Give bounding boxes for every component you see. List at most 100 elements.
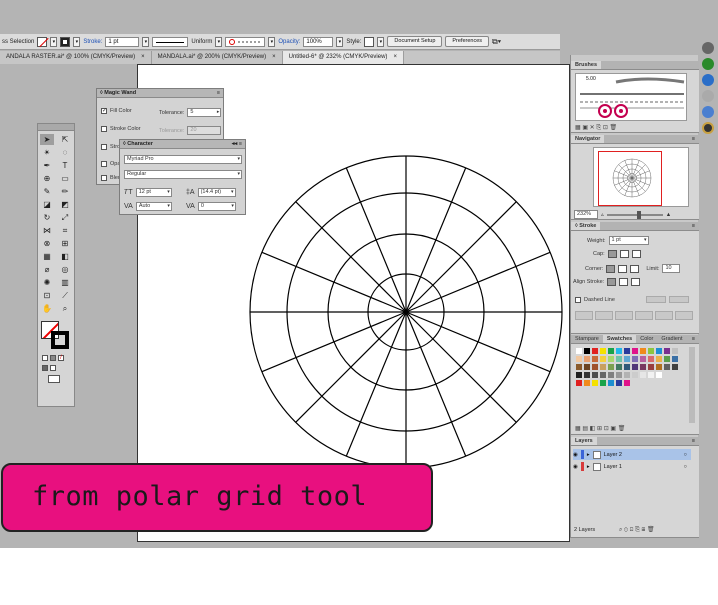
color-swatch[interactable]	[591, 363, 599, 371]
stroke-swatch[interactable]	[60, 36, 71, 47]
close-icon[interactable]: ×	[272, 54, 276, 60]
chevron-down-icon[interactable]: ▾	[215, 36, 223, 47]
none-mode-icon[interactable]: /	[58, 355, 64, 361]
color-swatch[interactable]	[655, 355, 663, 363]
blend-tool-icon[interactable]: ◎	[58, 264, 72, 275]
fill-stroke-widget[interactable]	[41, 321, 71, 351]
color-swatch[interactable]	[599, 363, 607, 371]
arrange-documents-icon[interactable]: ⧉▾	[492, 37, 501, 47]
fill-swatch[interactable]	[37, 36, 48, 47]
color-swatch[interactable]	[671, 363, 679, 371]
chevron-down-icon[interactable]: ▾	[237, 171, 240, 178]
screen-mode-icon[interactable]	[48, 375, 60, 383]
eraser-tool-icon[interactable]: ◩	[58, 199, 72, 210]
color-swatch[interactable]	[655, 371, 663, 379]
color-swatch[interactable]	[647, 363, 655, 371]
color-swatch[interactable]	[671, 347, 679, 355]
color-swatch[interactable]	[631, 371, 639, 379]
align-center-icon[interactable]	[607, 278, 617, 286]
color-swatch[interactable]	[663, 347, 671, 355]
rotate-tool-icon[interactable]: ↻	[40, 212, 54, 223]
zoom-in-icon[interactable]: ▲	[666, 212, 671, 218]
align-icon[interactable]	[702, 122, 714, 134]
color-swatch[interactable]	[639, 379, 647, 387]
blob-brush-tool-icon[interactable]: ◪	[40, 199, 54, 210]
color-swatch[interactable]	[583, 355, 591, 363]
color-swatch[interactable]	[671, 379, 679, 387]
color-swatch[interactable]	[647, 355, 655, 363]
draw-normal-icon[interactable]	[42, 365, 48, 371]
color-swatch[interactable]	[671, 355, 679, 363]
layer-row[interactable]: ◉ ▸ Layer 1 ○	[573, 461, 691, 472]
chevron-down-icon[interactable]: ▾	[268, 36, 276, 47]
color-swatch[interactable]	[615, 371, 623, 379]
lasso-tool-icon[interactable]: ◌	[58, 147, 72, 158]
transform-icon[interactable]	[702, 106, 714, 118]
chevron-down-icon[interactable]: ▾	[50, 36, 58, 47]
tab-layers[interactable]: Layers	[571, 437, 597, 445]
brush-definition[interactable]	[225, 36, 266, 47]
stroke-black-swatch[interactable]	[51, 331, 69, 349]
color-swatch[interactable]	[631, 347, 639, 355]
color-swatch[interactable]	[615, 363, 623, 371]
magic-wand-tool-icon[interactable]: ✴	[40, 147, 54, 158]
gradient-tool-icon[interactable]: ◧	[58, 251, 72, 262]
stroke-link[interactable]: Stroke:	[83, 39, 102, 45]
brush-swatch-ring[interactable]	[598, 104, 612, 118]
chevron-down-icon[interactable]: ▾	[231, 203, 234, 210]
zoom-field[interactable]: 232%	[574, 210, 598, 219]
color-swatch[interactable]	[583, 347, 591, 355]
gradient-mode-icon[interactable]	[50, 355, 56, 361]
stroke-weight-field[interactable]: 1 pt	[105, 36, 140, 47]
chevron-right-icon[interactable]: ▸	[217, 109, 220, 116]
opacity-link[interactable]: Opacity:	[278, 39, 300, 45]
tab-navigator[interactable]: Navigator	[571, 135, 605, 143]
color-swatch[interactable]	[607, 347, 615, 355]
color-swatch[interactable]	[575, 347, 583, 355]
document-setup-button[interactable]: Document Setup	[387, 36, 443, 47]
width-tool-icon[interactable]: ⋈	[40, 225, 54, 236]
color-swatch[interactable]	[671, 371, 679, 379]
kerning-field[interactable]: Auto ▾	[135, 202, 172, 211]
color-swatch[interactable]	[615, 355, 623, 363]
zoom-out-icon[interactable]: ▵	[601, 212, 604, 218]
column-graph-tool-icon[interactable]: ▥	[58, 277, 72, 288]
color-swatch[interactable]	[583, 379, 591, 387]
color-swatch[interactable]	[575, 371, 583, 379]
eyedropper-tool-icon[interactable]: ⌀	[40, 264, 54, 275]
zoom-tool-icon[interactable]: ⌕	[58, 303, 72, 314]
panel-menu-icon[interactable]: ≡	[217, 89, 220, 97]
color-swatch[interactable]	[615, 379, 623, 387]
tools-panel-header[interactable]	[38, 124, 74, 131]
color-swatch[interactable]	[623, 379, 631, 387]
blending-mode-checkbox[interactable]	[101, 175, 107, 181]
chevron-right-icon[interactable]: ▸	[587, 464, 590, 470]
color-swatch[interactable]	[623, 347, 631, 355]
zoom-slider[interactable]	[606, 210, 663, 219]
brush-list[interactable]: 5.00	[575, 73, 687, 121]
preferences-button[interactable]: Preferences	[445, 36, 490, 47]
draw-behind-icon[interactable]	[50, 365, 56, 371]
color-swatch[interactable]	[599, 379, 607, 387]
tolerance-field[interactable]: 5 ▸	[187, 108, 222, 117]
character-title-bar[interactable]: ◊ Character ◂◂ ≡	[120, 140, 245, 149]
chevron-down-icon[interactable]: ▾	[377, 36, 385, 47]
tab-brushes[interactable]: Brushes	[571, 61, 602, 69]
color-swatch[interactable]	[655, 363, 663, 371]
dash-align-toggle[interactable]	[645, 296, 666, 303]
font-style-select[interactable]: Regular ▾	[124, 170, 242, 179]
brush-swatch-ring[interactable]	[614, 104, 628, 118]
chevron-down-icon[interactable]: ▾	[167, 203, 170, 210]
chevron-down-icon[interactable]: ▾	[142, 36, 150, 47]
color-swatch[interactable]	[631, 379, 639, 387]
color-swatch[interactable]	[607, 363, 615, 371]
dashed-line-checkbox[interactable]	[575, 296, 581, 303]
eye-icon[interactable]: ◉	[573, 464, 578, 470]
color-swatch[interactable]	[607, 355, 615, 363]
slice-tool-icon[interactable]: ⟋	[58, 290, 72, 301]
color-swatch[interactable]	[663, 371, 671, 379]
color-swatch[interactable]	[623, 363, 631, 371]
round-join-icon[interactable]	[618, 264, 628, 273]
swatches-footer-icons[interactable]: ▦ ▤ ◧ ⊞ ⊡ ▣ 🗑	[575, 425, 625, 432]
direct-selection-tool-icon[interactable]: ⇱	[58, 134, 72, 145]
